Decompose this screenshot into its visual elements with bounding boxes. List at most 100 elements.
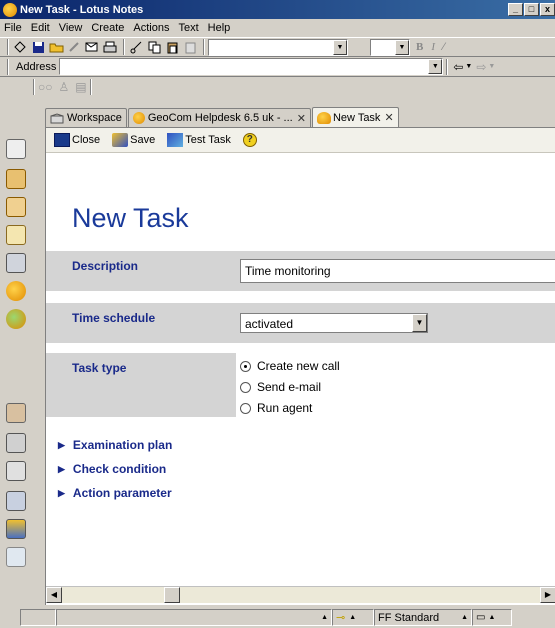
close-icon[interactable]: ✕ [384,111,393,124]
font-size-combo[interactable]: ▼ [370,38,410,56]
menu-actions[interactable]: Actions [133,22,169,34]
italic-icon[interactable]: I [431,41,435,53]
replicator-icon[interactable] [6,309,26,329]
chevron-down-icon[interactable]: ▼ [465,63,472,70]
radio-send-email[interactable]: Send e-mail [240,380,321,394]
expand-triangle-icon: ▶ [58,487,65,498]
radio-create-new-call[interactable]: Create new call [240,359,340,373]
tab-new-task[interactable]: New Task ✕ [311,107,399,127]
time-schedule-select[interactable]: activated ▼ [240,313,428,333]
cut-icon[interactable] [128,40,144,55]
close-icon[interactable]: ✕ [297,112,306,125]
open-folder-icon[interactable] [48,40,64,55]
section-action-parameter[interactable]: ▶ Action parameter [58,486,172,500]
calendar-icon[interactable] [6,169,26,189]
menu-bar: File Edit View Create Actions Text Help [0,19,555,37]
mail-icon[interactable] [6,139,26,159]
bookmark-folder-icon[interactable] [6,403,26,423]
menu-edit[interactable]: Edit [31,22,50,34]
chevron-up-icon: ▲ [461,614,468,621]
bookmark-tools-icon[interactable] [6,519,26,539]
copy-icon[interactable] [146,40,162,55]
address-input[interactable]: ▼ [59,58,444,75]
window-title: New Task - Lotus Notes [20,3,144,16]
chevron-down-icon[interactable]: ▼ [488,63,495,70]
print-icon[interactable] [102,40,118,55]
status-cell [20,609,56,626]
horizontal-scrollbar[interactable]: ◀ ▶ [46,586,555,603]
test-task-button[interactable]: Test Task [167,133,231,147]
back-arrow-icon[interactable]: ⇦ [453,60,463,74]
radio-button [240,360,251,372]
secondary-toolbar: ○○ ♙ ▤ [0,77,555,97]
universal-toolbar: ▼ ▼ B I ⁄ [0,37,555,57]
key-icon: ⊸ [336,612,346,624]
chevron-down-icon: ▼ [395,39,409,55]
scroll-thumb[interactable] [164,587,180,603]
style-combo[interactable]: ▼ [208,38,348,56]
radio-button [240,381,251,393]
time-schedule-label: Time schedule [46,303,236,343]
address-book-icon[interactable] [6,197,26,217]
envelope-icon: ▭ [476,612,486,623]
window-tabs: Workspace GeoCom Helpdesk 6.5 uk - ... ✕… [45,107,555,127]
bookmark-folder-icon[interactable] [6,491,26,511]
databases-icon[interactable] [6,253,26,273]
address-toolbar: Address ▼ ⇦ ▼ ⇨ ▼ [0,57,555,77]
database-icon [132,112,145,124]
description-label: Description [46,251,236,291]
action-bar: Close Save Test Task ? [46,128,555,153]
radio-label: Run agent [257,401,313,415]
forward-arrow-icon[interactable]: ⇨ [476,60,486,74]
bookmark-folder-icon[interactable] [6,461,26,481]
maximize-button[interactable]: □ [524,3,539,16]
expand-triangle-icon: ▶ [58,439,65,450]
font-name: FF Standard [378,611,440,624]
toolbar-separator [7,58,9,75]
tab-workspace[interactable]: Workspace [45,108,127,127]
scroll-left-icon[interactable]: ◀ [46,587,62,603]
menu-view[interactable]: View [59,22,83,34]
mail-status-cell[interactable]: ▭ ▲ [472,609,512,626]
test-icon [167,133,184,147]
save-toolbar-icon[interactable] [30,40,46,55]
chevron-up-icon[interactable]: ▲ [321,614,328,621]
paste-icon[interactable] [164,40,180,55]
help-button[interactable]: ? [242,133,259,147]
section-examination-plan[interactable]: ▶ Examination plan [58,438,172,452]
section-label: Action parameter [72,486,172,500]
description-field[interactable]: Time monitoring [240,259,555,283]
bookmark-grid-icon[interactable] [6,547,26,567]
discussion-icon[interactable]: ○○ [38,80,53,94]
minimize-button[interactable]: _ [508,3,523,16]
radio-run-agent[interactable]: Run agent [240,401,312,415]
favorites-icon[interactable] [6,281,26,301]
lotus-notes-icon [3,2,17,17]
navigate-icon[interactable] [12,40,28,55]
forward-mail-icon[interactable] [84,40,100,55]
people-icon[interactable]: ♙ [59,80,70,94]
tab-geocom-helpdesk[interactable]: GeoCom Helpdesk 6.5 uk - ... ✕ [127,108,311,127]
bold-icon[interactable]: B [416,41,423,53]
close-button[interactable]: Close [54,133,100,147]
highlight-icon[interactable]: ⁄ [443,41,445,53]
document-icon[interactable]: ▤ [75,80,86,94]
time-schedule-value: activated [245,317,294,331]
edit-pencil-icon[interactable] [66,40,82,55]
menu-file[interactable]: File [4,22,22,34]
font-status-cell[interactable]: FF Standard ▲ [374,609,472,626]
security-key-cell[interactable]: ⊸ ▲ [332,609,374,626]
scroll-right-icon[interactable]: ▶ [540,587,555,603]
expand-triangle-icon: ▶ [58,463,65,474]
save-button[interactable]: Save [112,133,155,147]
menu-create[interactable]: Create [91,22,124,34]
status-bar: ▲ ⊸ ▲ FF Standard ▲ ▭ ▲ [0,607,555,628]
chevron-down-icon: ▼ [333,39,347,55]
todo-icon[interactable] [6,225,26,245]
section-check-condition[interactable]: ▶ Check condition [58,462,166,476]
menu-text[interactable]: Text [178,22,198,34]
menu-help[interactable]: Help [208,22,231,34]
close-window-button[interactable]: x [540,3,555,16]
bookmark-folder-icon[interactable] [6,433,26,453]
paste-special-icon[interactable] [182,40,198,55]
